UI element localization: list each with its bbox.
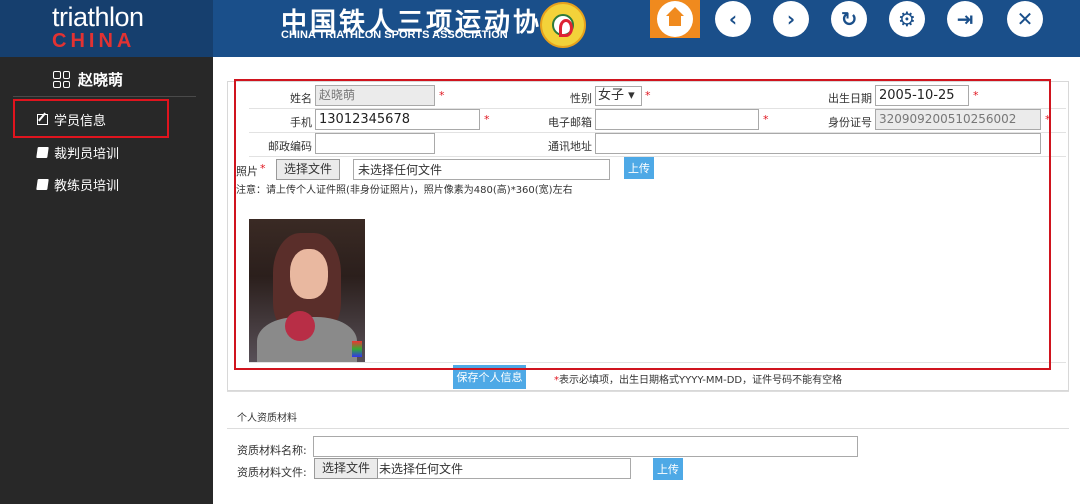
required-mark: * (484, 113, 490, 126)
email-label: 电子邮箱 (548, 116, 592, 129)
postcode-field[interactable] (315, 133, 435, 154)
sidebar-item-label: 裁判员培训 (54, 147, 120, 162)
logo-china-text: CHINA (52, 30, 136, 52)
qualification-title: 个人资质材料 (237, 413, 297, 424)
qualification-file-status: 未选择任何文件 (379, 462, 464, 476)
required-mark: * (645, 89, 651, 102)
gender-label: 性别 (570, 92, 592, 105)
required-mark: * (439, 89, 445, 102)
row-divider (249, 362, 1066, 363)
section-divider (227, 391, 1069, 392)
save-note: *表示必填项，出生日期格式YYYY-MM-DD，证件号码不能有空格 (554, 371, 842, 386)
required-mark: * (260, 162, 266, 175)
book-icon (36, 179, 49, 190)
edit-icon (37, 114, 48, 125)
section-divider (227, 428, 1069, 429)
qualification-name-label: 资质材料名称: (237, 444, 307, 457)
sidebar-username: 赵晓萌 (78, 71, 124, 89)
top-header: triathlon CHINA 中国铁人三项运动协会 CHINA TRIATHL… (0, 0, 1080, 57)
book-icon (36, 147, 49, 158)
address-label: 通讯地址 (548, 140, 592, 153)
sidebar: 赵晓萌 学员信息 裁判员培训 教练员培训 (0, 57, 213, 504)
association-name-en: CHINA TRIATHLON SPORTS ASSOCIATION (281, 29, 508, 41)
birthdate-label: 出生日期 (828, 92, 872, 105)
photo-upload-button[interactable]: 上传 (624, 157, 654, 179)
photo-label: 照片 (236, 165, 258, 178)
sidebar-item-student-info[interactable]: 学员信息 (37, 110, 106, 129)
email-field[interactable] (595, 109, 759, 130)
address-field[interactable] (595, 133, 1041, 154)
home-button[interactable] (650, 0, 700, 38)
sidebar-item-referee-training[interactable]: 裁判员培训 (36, 143, 120, 162)
personal-info-panel: 姓名 赵晓萌 * 性别 女子 ▾ * 出生日期 2005-10-25 * 手机 … (227, 81, 1069, 391)
postcode-label: 邮政编码 (268, 140, 312, 153)
photo-choose-file-button[interactable]: 选择文件 (276, 159, 341, 180)
idcard-field[interactable]: 320909200510256002 (875, 109, 1041, 130)
close-icon[interactable]: ✕ (1007, 1, 1043, 37)
student-photo (249, 219, 365, 363)
name-field[interactable]: 赵晓萌 (315, 85, 435, 106)
qualification-upload-button[interactable]: 上传 (653, 458, 683, 480)
idcard-label: 身份证号 (828, 116, 872, 129)
logout-icon[interactable]: ⇥ (947, 1, 983, 37)
sidebar-divider (13, 96, 196, 97)
home-icon (657, 1, 693, 37)
required-mark: * (763, 113, 769, 126)
back-icon[interactable]: ‹ (715, 1, 751, 37)
required-mark: * (973, 89, 979, 102)
mobile-label: 手机 (290, 116, 312, 129)
settings-icon[interactable]: ⚙ (889, 1, 925, 37)
sidebar-item-label: 学员信息 (54, 114, 107, 129)
birthdate-field[interactable]: 2005-10-25 (875, 85, 969, 106)
name-label: 姓名 (290, 92, 312, 105)
row-divider (249, 156, 1066, 157)
logo-triathlon-text: triathlon (52, 2, 144, 32)
forward-icon[interactable]: › (773, 1, 809, 37)
refresh-icon[interactable]: ↻ (831, 1, 867, 37)
gender-select[interactable]: 女子 ▾ (595, 86, 642, 106)
qualification-file-label: 资质材料文件: (237, 466, 307, 479)
sidebar-item-coach-training[interactable]: 教练员培训 (36, 175, 120, 194)
photo-note: 注意：请上传个人证件照(非身份证照片)，照片像素为480(高)*360(宽)左右 (236, 185, 573, 196)
sidebar-item-label: 教练员培训 (54, 179, 120, 194)
required-mark: * (1045, 113, 1051, 126)
logo: triathlon CHINA (0, 0, 213, 57)
apps-grid-icon (53, 71, 70, 88)
save-personal-info-button[interactable]: 保存个人信息 (453, 365, 526, 389)
association-emblem-icon (540, 2, 586, 48)
photo-file-input[interactable] (353, 159, 610, 180)
main-content: 姓名 赵晓萌 * 性别 女子 ▾ * 出生日期 2005-10-25 * 手机 … (213, 57, 1080, 504)
qualification-choose-file-button[interactable]: 选择文件 (314, 458, 379, 479)
mobile-field[interactable]: 13012345678 (315, 109, 480, 130)
qualification-name-field[interactable] (313, 436, 858, 457)
save-note-text: 表示必填项，出生日期格式YYYY-MM-DD，证件号码不能有空格 (559, 375, 843, 386)
sidebar-user: 赵晓萌 (53, 69, 123, 90)
